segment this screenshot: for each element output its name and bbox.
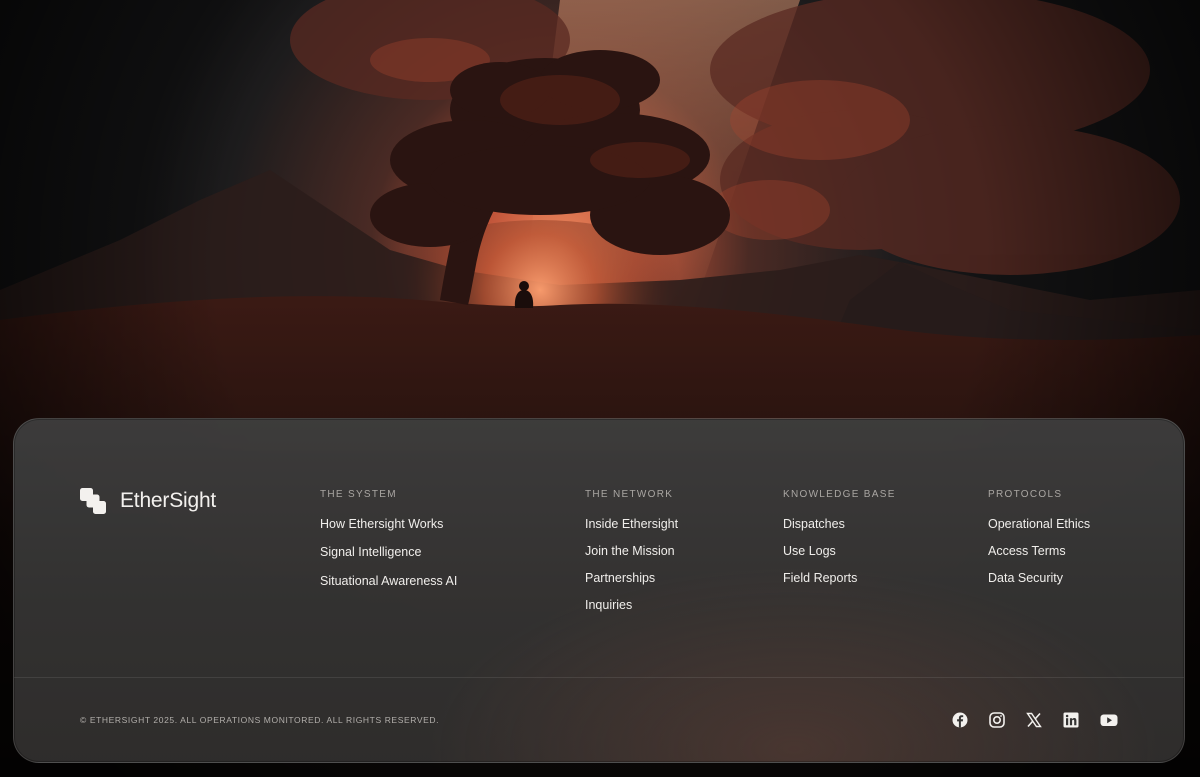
instagram-icon[interactable] [989,712,1005,728]
footer-column-the-network: THE NETWORK Inside Ethersight Join the M… [585,489,678,613]
linkedin-icon[interactable] [1063,712,1079,728]
footer-column-the-system: THE SYSTEM How Ethersight Works Signal I… [320,489,457,589]
footer-link-situational-awareness-ai[interactable]: Situational Awareness AI [320,574,457,589]
footer-link-field-reports[interactable]: Field Reports [783,571,896,586]
footer-column-protocols: PROTOCOLS Operational Ethics Access Term… [988,489,1090,586]
footer-link-data-security[interactable]: Data Security [988,571,1090,586]
copyright-text: © ETHERSIGHT 2025. ALL OPERATIONS MONITO… [80,715,440,725]
brand-name: EtherSight [120,489,217,512]
social-links [952,712,1118,728]
brand-logo-link[interactable]: EtherSight [80,488,216,514]
footer-link-partnerships[interactable]: Partnerships [585,571,678,586]
footer-link-dispatches[interactable]: Dispatches [783,517,896,532]
footer: EtherSight THE SYSTEM How Ethersight Wor… [13,418,1185,763]
facebook-icon[interactable] [952,712,968,728]
footer-link-signal-intelligence[interactable]: Signal Intelligence [320,545,457,560]
footer-column-knowledge-base: KNOWLEDGE BASE Dispatches Use Logs Field… [783,489,896,586]
footer-link-operational-ethics[interactable]: Operational Ethics [988,517,1090,532]
column-heading: KNOWLEDGE BASE [783,489,896,500]
footer-link-use-logs[interactable]: Use Logs [783,544,896,559]
youtube-icon[interactable] [1100,712,1118,728]
footer-link-access-terms[interactable]: Access Terms [988,544,1090,559]
footer-divider [14,677,1184,678]
column-heading: PROTOCOLS [988,489,1063,500]
column-heading: THE NETWORK [585,489,674,500]
footer-link-how-ethersight-works[interactable]: How Ethersight Works [320,517,457,532]
column-heading: THE SYSTEM [320,489,397,500]
footer-link-inside-ethersight[interactable]: Inside Ethersight [585,517,678,532]
page: EtherSight THE SYSTEM How Ethersight Wor… [0,0,1200,777]
footer-link-inquiries[interactable]: Inquiries [585,598,678,613]
ethersight-logo-icon [80,488,106,514]
footer-link-join-the-mission[interactable]: Join the Mission [585,544,678,559]
x-icon[interactable] [1026,712,1042,728]
